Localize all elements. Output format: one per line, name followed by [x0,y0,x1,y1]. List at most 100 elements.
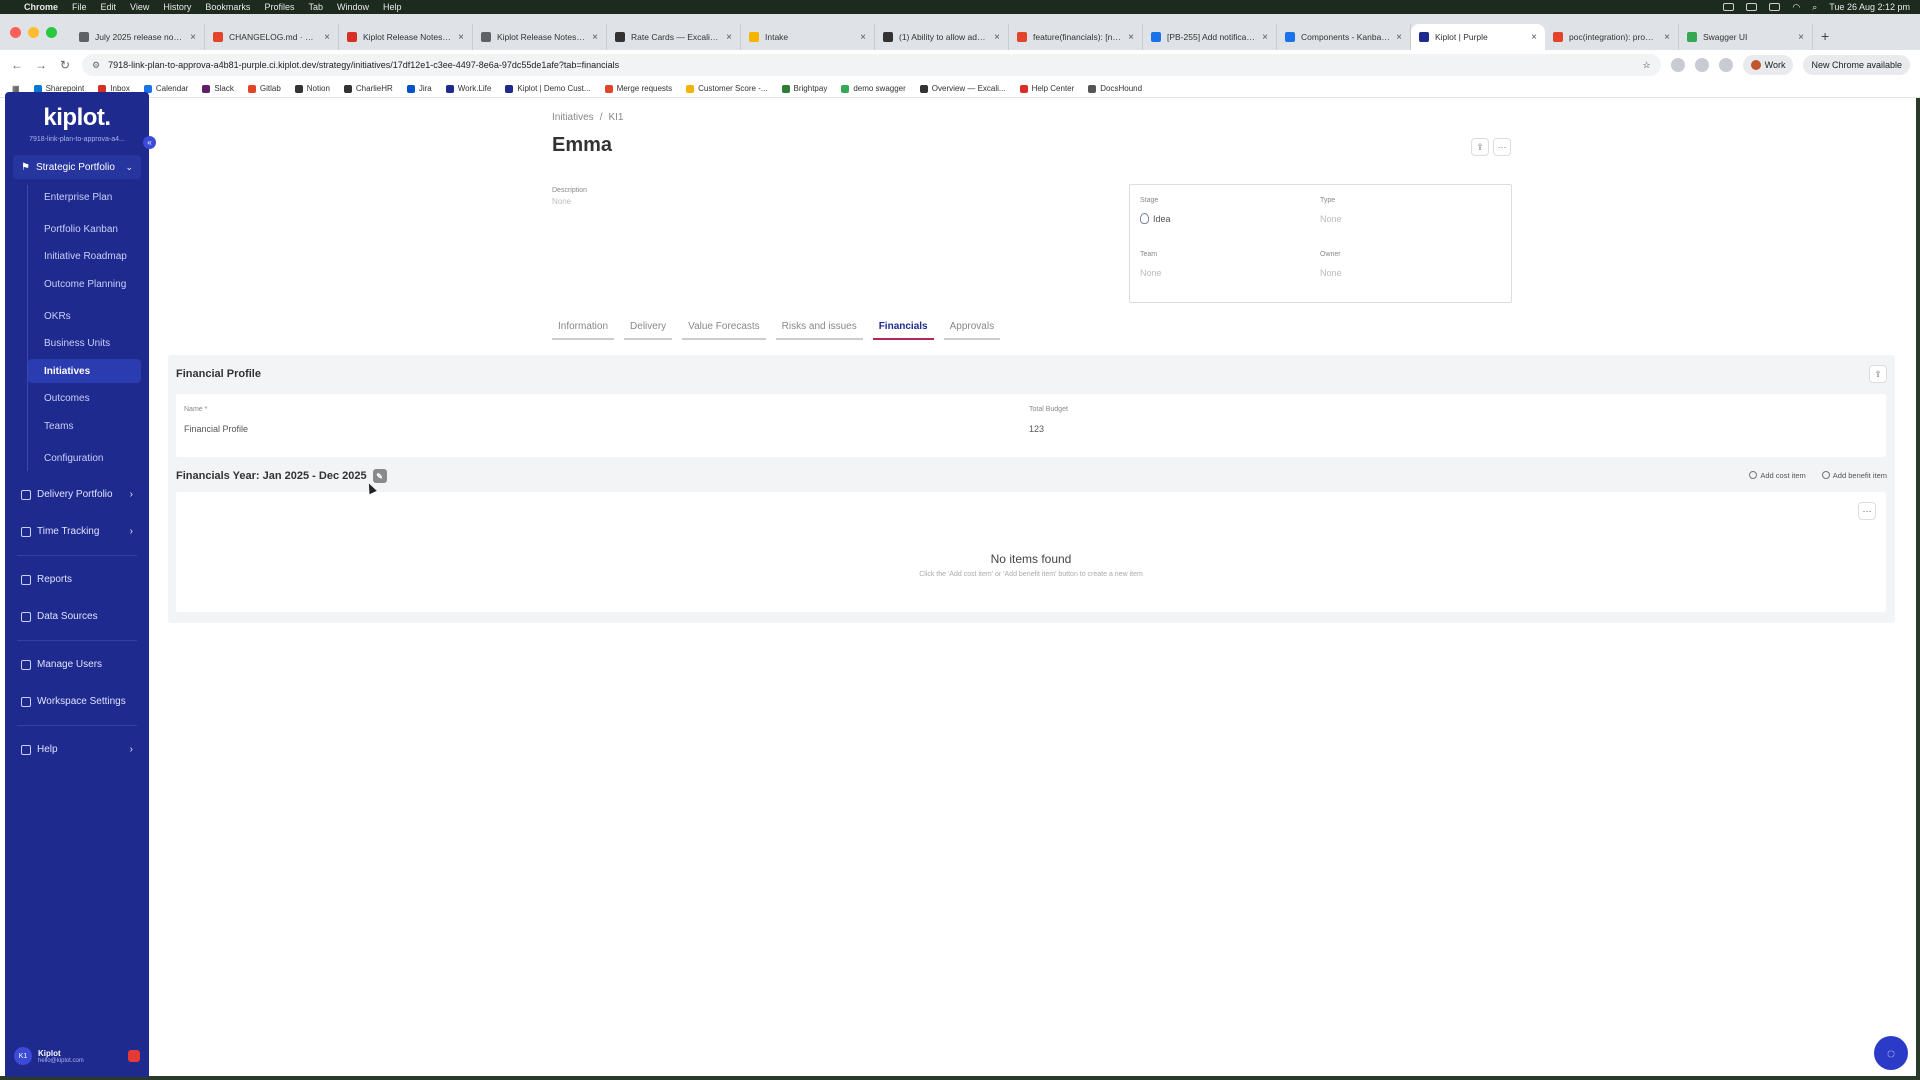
sidebar-item-delivery-portfolio[interactable]: Delivery Portfolio › [13,481,141,509]
bookmark-item[interactable]: Work.Life [445,84,491,93]
chat-support-button[interactable]: ◌ [1874,1036,1908,1070]
minimize-window-button[interactable] [28,26,39,38]
bookmark-item[interactable]: Overview — Excali... [919,84,1006,93]
sidebar-item-initiatives[interactable]: Initiatives [28,359,141,384]
sidebar-item-enterprise-plan[interactable]: Enterprise Plan [28,185,141,209]
chrome-update-button[interactable]: New Chrome available [1803,55,1910,75]
sidebar-item-portfolio-kanban[interactable]: Portfolio Kanban [28,217,141,241]
name-field[interactable]: Financial Profile [184,424,248,434]
sidebar-item-teams[interactable]: Teams [28,415,141,439]
menu-item[interactable]: View [130,2,149,12]
more-options-icon[interactable]: ··· [1858,502,1876,520]
total-budget-field[interactable]: 123 [1029,424,1044,434]
edit-icon[interactable]: ✎ [372,469,387,483]
menu-item[interactable]: Bookmarks [205,2,250,12]
tab-approvals[interactable]: Approvals [943,321,1001,340]
share-icon[interactable]: ⇪ [1869,365,1887,383]
tab-risks-and-issues[interactable]: Risks and issues [775,321,863,340]
sidebar-item-time-tracking[interactable]: Time Tracking › [13,518,141,546]
browser-tab[interactable]: feature(financials): [nsa] a × [1009,24,1143,50]
status-icon[interactable] [1769,3,1781,11]
menu-item[interactable]: File [72,2,87,12]
logout-icon[interactable] [128,1050,140,1062]
menu-item[interactable]: Window [337,2,369,12]
share-icon[interactable]: ⇪ [1471,138,1489,156]
collapse-sidebar-icon[interactable]: « [143,136,156,149]
sidebar-section-strategic-portfolio[interactable]: ⚑ Strategic Portfolio ⌄ [13,155,141,179]
tab-value-forecasts[interactable]: Value Forecasts [682,321,766,340]
browser-tab[interactable]: Kiplot Release Notes - Kipl × [473,24,607,50]
menu-item[interactable]: Profiles [264,2,294,12]
extension-icon[interactable] [1694,58,1709,72]
sidebar-item-data-sources[interactable]: Data Sources [13,603,141,631]
close-tab-icon[interactable]: × [458,32,464,43]
bookmark-item[interactable]: DocsHound [1088,84,1142,93]
forward-icon[interactable]: → [34,58,48,72]
bookmark-item[interactable]: Calendar [143,84,188,93]
close-tab-icon[interactable]: × [1798,32,1804,43]
close-tab-icon[interactable]: × [592,32,598,43]
menu-item[interactable]: Help [383,2,402,12]
tab-financials[interactable]: Financials [872,321,934,340]
status-icon[interactable] [1746,3,1758,11]
bookmark-item[interactable]: Customer Score -... [686,84,768,93]
menu-item[interactable]: History [163,2,191,12]
sidebar-item-outcome-planning[interactable]: Outcome Planning [28,272,141,296]
browser-tab[interactable]: Intake × [741,24,875,50]
back-icon[interactable]: ← [10,58,24,72]
sidebar-item-manage-users[interactable]: Manage Users [13,651,141,679]
search-icon[interactable]: ⌕ [1812,2,1817,13]
browser-tab[interactable]: Rate Cards — Excalidraw P × [607,24,741,50]
new-tab-button[interactable]: + [1821,28,1829,44]
close-tab-icon[interactable]: × [324,32,330,43]
browser-tab[interactable]: Swagger UI × [1679,24,1813,50]
sidebar-item-outcomes[interactable]: Outcomes [28,387,141,411]
browser-tab[interactable]: Components - Kanban Boa × [1277,24,1411,50]
add-benefit-item-button[interactable]: Add benefit item [1821,471,1887,480]
bookmark-item[interactable]: Jira [406,84,432,93]
sidebar-item-business-units[interactable]: Business Units [28,332,141,356]
close-tab-icon[interactable]: × [1396,32,1402,43]
tab-delivery[interactable]: Delivery [624,321,673,340]
tab-information[interactable]: Information [552,321,615,340]
bookmark-item[interactable]: demo swagger [841,84,906,93]
description-field[interactable]: None [552,197,571,206]
bookmark-item[interactable]: CharlieHR [343,84,393,93]
sidebar-item-help[interactable]: Help › [13,736,141,764]
profile-chip[interactable]: Work [1742,55,1794,75]
team-field[interactable]: None [1140,268,1162,278]
bookmark-item[interactable]: Merge requests [604,84,672,93]
extension-icon[interactable] [1670,58,1685,72]
breadcrumb-current[interactable]: KI1 [608,112,623,123]
browser-tab[interactable]: (1) Ability to allow admin u × [875,24,1009,50]
type-field[interactable]: None [1320,214,1342,224]
browser-tab[interactable]: poc(integration): proof of c × [1545,24,1679,50]
sidebar-item-reports[interactable]: Reports [13,566,141,594]
sidebar-item-workspace-settings[interactable]: Workspace Settings [13,688,141,716]
status-icon[interactable] [1723,3,1735,11]
close-tab-icon[interactable]: × [860,32,866,43]
browser-tab[interactable]: [PB-255] Add notification × [1143,24,1277,50]
close-tab-icon[interactable]: × [1664,32,1670,43]
browser-tab[interactable]: CHANGELOG.md · master × [205,24,339,50]
menu-item[interactable]: Edit [101,2,117,12]
breadcrumb-initiatives[interactable]: Initiatives [552,112,594,123]
page-title[interactable]: Emma [552,134,612,157]
menu-app[interactable]: Chrome [24,2,58,12]
stage-field[interactable]: Idea [1140,213,1171,224]
close-tab-icon[interactable]: × [1262,32,1268,43]
browser-tab[interactable]: Kiplot Release Notes | Kipl × [339,24,473,50]
close-tab-icon[interactable]: × [726,32,732,43]
add-cost-item-button[interactable]: Add cost item [1749,471,1806,480]
more-options-icon[interactable]: ··· [1493,138,1511,156]
extension-icon[interactable] [1718,58,1733,72]
address-bar[interactable]: ⚙ 7918-link-plan-to-approva-a4b81-purple… [82,54,1661,76]
close-tab-icon[interactable]: × [1531,32,1537,43]
kiplot-logo[interactable]: kiplot. [5,104,149,132]
close-window-button[interactable] [10,26,21,38]
bookmark-item[interactable]: Brightpay [781,84,827,93]
sidebar-item-initiative-roadmap[interactable]: Initiative Roadmap [28,245,141,269]
reload-icon[interactable]: ↻ [58,58,72,72]
close-tab-icon[interactable]: × [994,32,1000,43]
bookmark-item[interactable]: Help Center [1019,84,1074,93]
